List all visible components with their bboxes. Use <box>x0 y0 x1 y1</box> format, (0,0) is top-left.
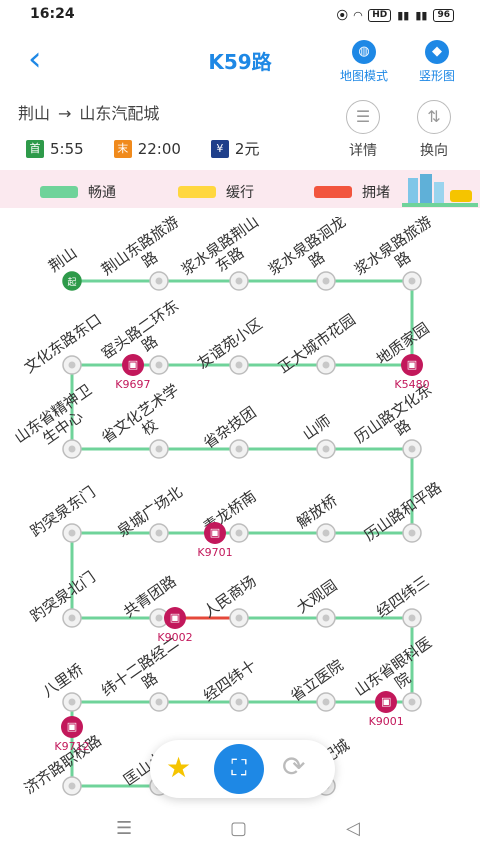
station-node-dot <box>322 361 330 369</box>
legend-item: 畅通 <box>40 182 116 202</box>
status-icons: ⦿ ◠ HD ▮▮ ▮▮ 96 <box>337 7 454 23</box>
bus-icon[interactable]: ▣ <box>204 522 226 544</box>
vertical-view-label: 竖形图 <box>418 69 455 83</box>
bus-icon[interactable]: ▣ <box>375 691 398 713</box>
battery-icon: 96 <box>433 8 454 22</box>
floating-action-bar: ★ ⛶ ⟳ <box>150 740 335 798</box>
station-node-dot <box>155 529 163 537</box>
schedule: 首 5:55 末 22:00 ¥ 2元 <box>26 138 289 159</box>
refresh-icon[interactable]: ⟳ <box>282 752 305 782</box>
station-node-dot <box>235 614 243 622</box>
first-bus-time: 5:55 <box>50 139 84 158</box>
vertical-view-button[interactable]: ◆ 竖形图 <box>405 40 469 84</box>
station-node-dot <box>235 529 243 537</box>
signal-icon: ▮▮ <box>397 8 410 22</box>
ticket-icon: ¥ <box>210 139 229 158</box>
station-node-dot <box>408 698 416 706</box>
bus-id-label: K9697 <box>115 378 151 391</box>
route-map: 起 荆山 荆山东路旅游路 浆水泉路荆山东路 浆水泉路洄龙路 浆水泉路旅游路 地质家园 正大城… <box>0 208 480 808</box>
globe-icon: ◍ <box>352 40 376 64</box>
station-node-dot <box>235 445 243 453</box>
status-time: 16:24 <box>30 6 75 22</box>
location-icon: ⦿ <box>336 9 348 22</box>
bus-icon[interactable]: ▣ <box>121 354 144 376</box>
bus-icon[interactable]: ▣ <box>61 716 83 739</box>
station-node-dot <box>68 614 76 622</box>
station-node-dot <box>68 698 76 706</box>
legend-swatch-smooth <box>40 186 78 198</box>
compass-icon: ◆ <box>425 40 449 64</box>
legend-swatch-jam <box>314 186 352 198</box>
signal-icon-2: ▮▮ <box>415 8 428 22</box>
station-node-dot <box>408 445 416 453</box>
first-bus-badge: 首 <box>26 139 44 158</box>
station-node-dot <box>408 529 416 537</box>
legend-swatch-slow <box>178 186 216 198</box>
scan-button[interactable]: ⛶ <box>214 744 264 794</box>
station-node-dot <box>322 529 330 537</box>
city-illustration-icon <box>402 174 478 207</box>
fare: 2元 <box>234 140 260 158</box>
station-node-dot <box>408 277 416 285</box>
station-node-dot <box>155 277 163 285</box>
station-node-dot <box>155 698 163 706</box>
station-node-dot <box>68 529 76 537</box>
hd-icon: HD <box>368 8 392 22</box>
arrow-right-icon: → <box>58 104 72 123</box>
legend-label: 拥堵 <box>362 185 390 201</box>
bus-id-label: K5480 <box>394 378 430 391</box>
station-node-dot <box>68 361 76 369</box>
details-button[interactable]: ☰ 详情 <box>338 100 388 160</box>
traffic-legend: 畅通 缓行 拥堵 <box>0 170 480 208</box>
station-node-dot <box>235 361 243 369</box>
map-mode-label: 地图模式 <box>339 69 388 83</box>
system-nav-bar: ☰ ▢ ◁ <box>0 808 480 853</box>
station-node-dot <box>235 277 243 285</box>
favorite-star-icon[interactable]: ★ <box>166 754 191 782</box>
station-node-dot <box>322 277 330 285</box>
details-label: 详情 <box>349 143 377 159</box>
station-node-dot <box>68 445 76 453</box>
station-node-dot <box>322 445 330 453</box>
menu-nav-icon[interactable]: ☰ <box>116 818 132 839</box>
station-node-dot <box>235 698 243 706</box>
legend-label: 畅通 <box>88 185 116 201</box>
direction-to: 山东汽配城 <box>79 104 160 123</box>
bus-icon[interactable]: ▣ <box>164 607 186 629</box>
reverse-button[interactable]: ⇅ 换向 <box>409 100 459 160</box>
bus-icon[interactable]: ▣ <box>401 354 423 376</box>
direction: 荆山 → 山东汽配城 <box>18 100 159 124</box>
station-node-dot <box>155 361 163 369</box>
header: ‹ K59路 ◍ 地图模式 ◆ 竖形图 <box>0 30 480 90</box>
legend-item: 拥堵 <box>314 182 390 202</box>
bus-id-label: K9712 <box>54 740 90 754</box>
legend-item: 缓行 <box>178 182 254 202</box>
list-icon: ☰ <box>346 100 380 134</box>
bus-id-label: K9701 <box>197 546 233 559</box>
status-bar: 16:24 ⦿ ◠ HD ▮▮ ▮▮ 96 <box>0 0 480 30</box>
bus-id-label: K9001 <box>368 715 404 728</box>
reverse-label: 换向 <box>420 143 448 159</box>
direction-from: 荆山 <box>18 104 51 123</box>
legend-label: 缓行 <box>226 185 254 201</box>
home-nav-icon[interactable]: ▢ <box>230 818 247 839</box>
last-bus-time: 22:00 <box>137 139 181 158</box>
station-node-dot <box>408 614 416 622</box>
station-node-dot <box>68 782 76 790</box>
station-node-dot <box>155 445 163 453</box>
start-badge: 起 <box>67 277 76 288</box>
map-mode-button[interactable]: ◍ 地图模式 <box>332 40 396 84</box>
station-node-dot <box>322 614 330 622</box>
station-node-dot <box>322 698 330 706</box>
last-bus-badge: 末 <box>113 139 132 158</box>
bus-id-label: K9002 <box>157 631 193 644</box>
station-node-dot <box>155 614 163 622</box>
back-nav-icon[interactable]: ◁ <box>346 818 360 839</box>
route-info: 荆山 → 山东汽配城 首 5:55 末 22:00 ¥ 2元 ☰ 详情 ⇅ 换向 <box>0 90 480 170</box>
swap-icon: ⇅ <box>417 100 451 134</box>
wifi-icon: ◠ <box>353 8 363 22</box>
